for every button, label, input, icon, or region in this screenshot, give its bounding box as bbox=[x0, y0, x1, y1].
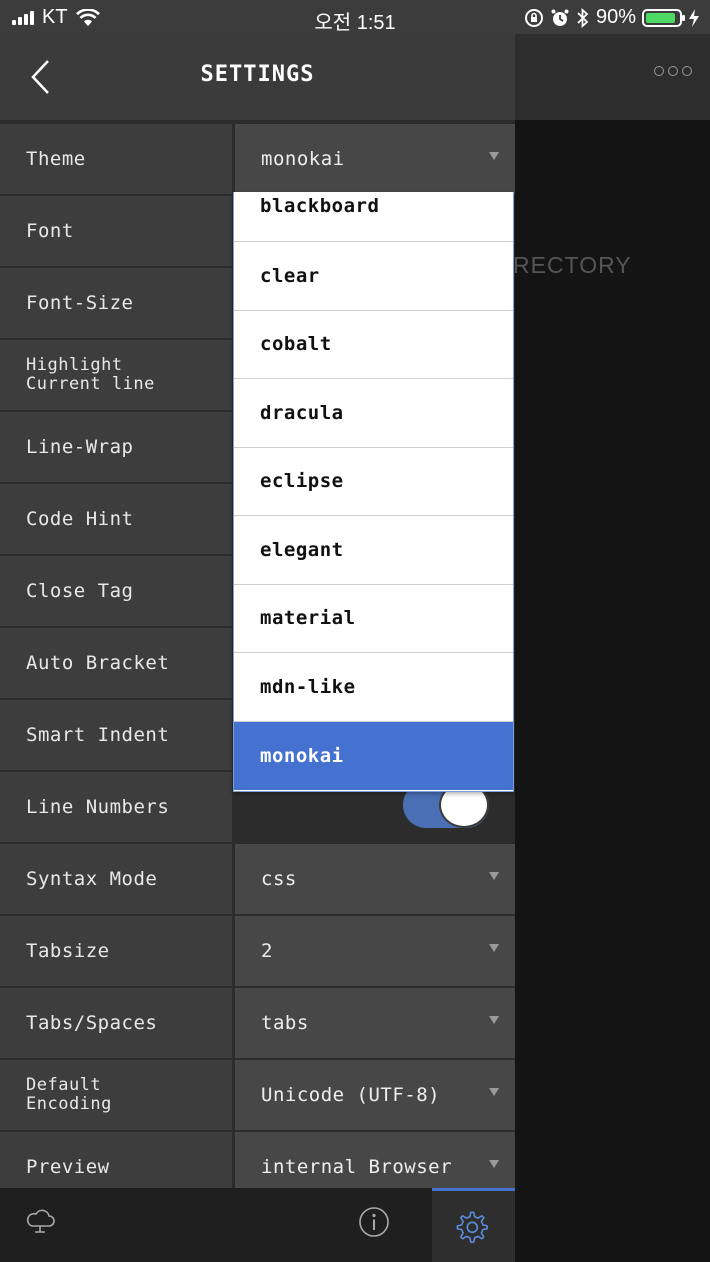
settings-header: SETTINGS bbox=[0, 34, 515, 120]
theme-option[interactable]: cobalt bbox=[234, 311, 513, 379]
alarm-icon bbox=[551, 9, 569, 26]
info-icon[interactable] bbox=[358, 1206, 390, 1238]
cloud-icon[interactable] bbox=[24, 1206, 56, 1236]
theme-option[interactable]: mdn-like bbox=[234, 653, 513, 722]
setting-tabsize: Tabsize 2 bbox=[0, 916, 515, 988]
setting-label: Tabs/Spaces bbox=[0, 988, 232, 1058]
setting-label: Line-Wrap bbox=[0, 412, 232, 482]
background-directory-text: RECTORY bbox=[513, 252, 632, 278]
bottom-tab-bar bbox=[0, 1188, 515, 1262]
theme-option-selected[interactable]: monokai bbox=[234, 721, 513, 790]
tabsize-value: 2 bbox=[261, 940, 273, 962]
theme-value: monokai bbox=[261, 148, 345, 170]
rotation-lock-icon bbox=[524, 8, 543, 27]
chevron-down-icon bbox=[489, 1160, 499, 1168]
gear-icon bbox=[456, 1211, 488, 1243]
theme-option[interactable]: dracula bbox=[234, 379, 513, 448]
setting-label: Tabsize bbox=[0, 916, 232, 986]
setting-syntax-mode: Syntax Mode css bbox=[0, 844, 515, 916]
setting-theme: Theme monokai bbox=[0, 124, 515, 196]
theme-option[interactable]: eclipse bbox=[234, 448, 513, 516]
tabs-spaces-value: tabs bbox=[261, 1012, 309, 1034]
setting-label: Smart Indent bbox=[0, 700, 232, 770]
syntax-mode-value: css bbox=[261, 868, 297, 890]
tabsize-select[interactable]: 2 bbox=[235, 916, 515, 986]
setting-label: Code Hint bbox=[0, 484, 232, 554]
setting-label: Close Tag bbox=[0, 556, 232, 626]
setting-label: Font-Size bbox=[0, 268, 232, 338]
setting-label: Preview bbox=[0, 1132, 232, 1188]
setting-tabs-spaces: Tabs/Spaces tabs bbox=[0, 988, 515, 1060]
chevron-down-icon bbox=[489, 1088, 499, 1096]
setting-label: Highlight Current line bbox=[0, 340, 232, 410]
tab-settings[interactable] bbox=[432, 1188, 515, 1262]
chevron-down-icon bbox=[489, 944, 499, 952]
encoding-select[interactable]: Unicode (UTF-8) bbox=[235, 1060, 515, 1130]
syntax-mode-select[interactable]: css bbox=[235, 844, 515, 914]
setting-label: Line Numbers bbox=[0, 772, 232, 842]
editor-toolbar bbox=[515, 34, 710, 120]
chevron-down-icon bbox=[489, 152, 499, 160]
theme-option[interactable]: elegant bbox=[234, 516, 513, 585]
theme-option[interactable]: material bbox=[234, 585, 513, 653]
theme-select[interactable]: monokai bbox=[235, 124, 515, 194]
status-right: 90% bbox=[524, 6, 700, 29]
setting-label: Auto Bracket bbox=[0, 628, 232, 698]
theme-option[interactable]: blackboard bbox=[234, 192, 513, 242]
page-title: SETTINGS bbox=[200, 62, 315, 87]
encoding-value: Unicode (UTF-8) bbox=[261, 1084, 441, 1106]
chevron-down-icon bbox=[489, 1016, 499, 1024]
preview-value: internal Browser bbox=[261, 1156, 453, 1178]
setting-label: Font bbox=[0, 196, 232, 266]
setting-label: Syntax Mode bbox=[0, 844, 232, 914]
chevron-down-icon bbox=[489, 872, 499, 880]
theme-dropdown[interactable]: blackboard clear cobalt dracula eclipse … bbox=[233, 192, 514, 792]
bluetooth-icon bbox=[577, 7, 589, 28]
theme-option[interactable]: clear bbox=[234, 242, 513, 311]
preview-select[interactable]: internal Browser bbox=[235, 1132, 515, 1188]
setting-default-encoding: Default Encoding Unicode (UTF-8) bbox=[0, 1060, 515, 1132]
more-icon[interactable] bbox=[654, 66, 692, 76]
status-bar: KT 오전 1:51 90% bbox=[0, 0, 710, 34]
battery-percent: 90% bbox=[595, 6, 636, 28]
battery-icon bbox=[642, 8, 685, 27]
tabs-spaces-select[interactable]: tabs bbox=[235, 988, 515, 1058]
setting-label: Theme bbox=[0, 124, 232, 194]
setting-label: Default Encoding bbox=[0, 1060, 232, 1130]
setting-preview: Preview internal Browser bbox=[0, 1132, 515, 1188]
charging-icon bbox=[689, 8, 699, 27]
